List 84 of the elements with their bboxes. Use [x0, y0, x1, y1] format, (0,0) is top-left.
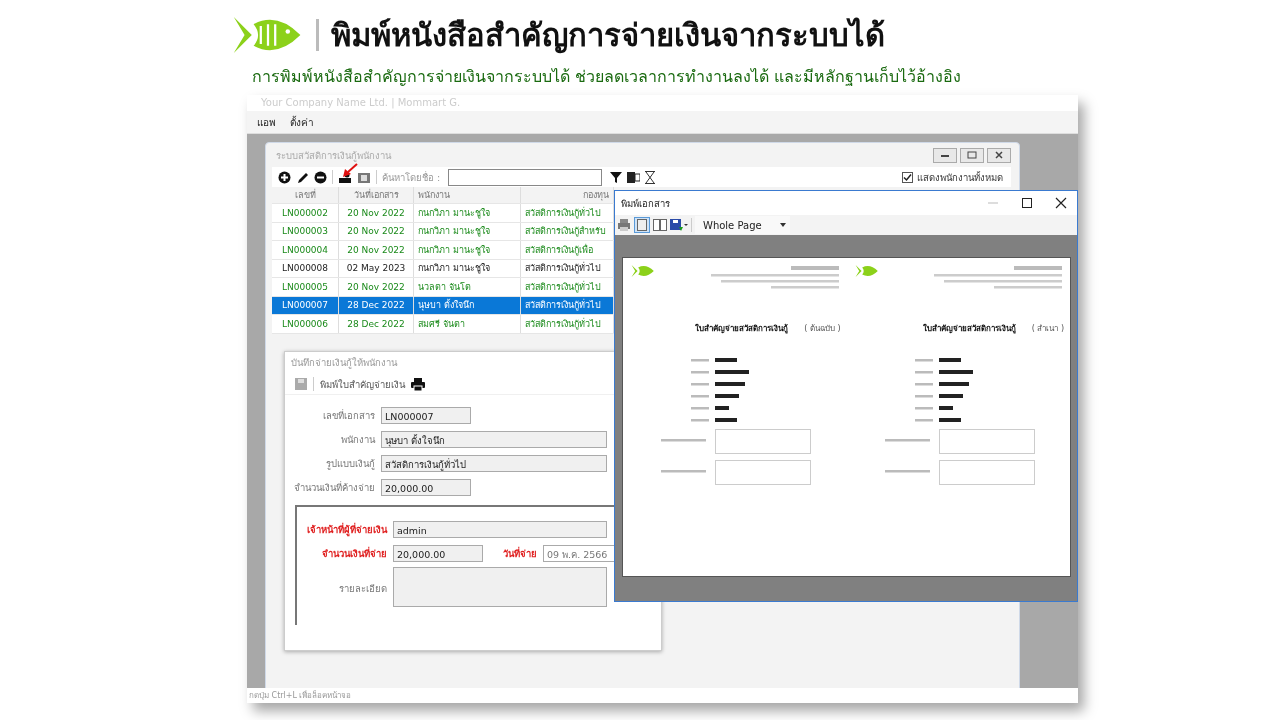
table-cell: กนกวิภา มานะชูใจ	[414, 204, 521, 222]
page-icon	[637, 219, 647, 231]
menu-item[interactable]: ตั้งค่า	[290, 114, 314, 130]
table-cell: LN000008	[272, 259, 339, 277]
table-cell: LN000007	[272, 296, 339, 314]
text-field[interactable]: นุษบา ตั้งใจนึก	[381, 430, 607, 448]
document-title: ใบสำคัญจ่ายสวัสดิการเงินกู้	[922, 323, 1016, 335]
printer-icon[interactable]	[411, 377, 425, 391]
table-cell: LN000005	[272, 278, 339, 296]
column-header[interactable]: พนักงาน	[414, 187, 521, 203]
minimize-icon	[940, 152, 950, 158]
show-all-checkbox[interactable]: แสดงพนักงานทั้งหมด	[902, 169, 1003, 185]
field-label: รายละเอียด	[338, 582, 387, 596]
table-row[interactable]: LN000002 20 Nov 2022 กนกวิภา มานะชูใจ สวัสดิการเงินกู้ทั่วไป	[272, 204, 614, 223]
window-title: ระบบสวัสดิการเงินกู้พนักงาน	[276, 148, 391, 163]
text-field[interactable]: admin	[393, 520, 607, 538]
text-field[interactable]: LN000007	[381, 406, 471, 424]
menu-item[interactable]: แอพ	[257, 114, 276, 130]
search-label: ค้นหาโดยชื่อ :	[382, 170, 441, 185]
field-label: พนักงาน	[340, 432, 375, 447]
table-cell: LN000004	[272, 241, 339, 259]
table-cell: 20 Nov 2022	[339, 204, 414, 222]
remove-icon[interactable]	[314, 170, 327, 184]
field-label: วันที่จ่าย	[503, 545, 537, 561]
table-cell: กนกวิภา มานะชูใจ	[414, 222, 521, 240]
fish-logo-icon	[631, 264, 655, 278]
hourglass-icon[interactable]	[645, 170, 656, 184]
document-icon[interactable]	[357, 170, 371, 184]
table-row[interactable]: LN000006 28 Dec 2022 สมศรี จันตา สวัสดิการเงินกู้ทั่วไป	[272, 315, 614, 334]
maximize-icon[interactable]	[1021, 197, 1033, 209]
field-label: เลขที่เอกสาร	[322, 408, 375, 423]
window-title: บันทึกจ่ายเงินกู้ให้พนักงาน	[290, 356, 399, 371]
date-field[interactable]: 09 พ.ค. 2566	[543, 544, 615, 562]
column-header[interactable]: วันที่เอกสาร	[339, 187, 414, 203]
two-pages-icon[interactable]	[653, 219, 667, 231]
fish-logo-icon	[854, 264, 879, 278]
table-cell: 28 Dec 2022	[339, 315, 414, 333]
table-cell: 20 Nov 2022	[339, 278, 414, 296]
document-title: ใบสำคัญจ่ายสวัสดิการเงินกู้	[695, 323, 789, 335]
field-label: เจ้าหน้าที่ผู้ที่จ่ายเงิน	[306, 521, 387, 537]
text-field[interactable]: 20,000.00	[393, 544, 483, 562]
copy-label: ( ต้นฉบับ )	[804, 323, 841, 335]
table-cell: สมศรี จันตา	[414, 315, 521, 333]
table-cell: 20 Nov 2022	[339, 241, 414, 259]
window-title: พิมพ์เอกสาร	[621, 196, 670, 211]
field-label: จำนวนเงินที่ค้างจ่าย	[293, 480, 375, 495]
table-cell: กนกวิภา มานะชูใจ	[414, 259, 521, 277]
field-label: รูปแบบเงินกู้	[325, 456, 375, 471]
text-field[interactable]: สวัสดิการเงินกู้ทั่วไป	[381, 454, 607, 472]
table-cell: 28 Dec 2022	[339, 296, 414, 314]
status-bar: กดปุ่ม Ctrl+L เพื่อล็อคหน้าจอ	[247, 688, 1078, 703]
table-row[interactable]: LN000005 20 Nov 2022 นวลตา จันโต สวัสดิการเงินกู้ทั่วไป	[272, 278, 614, 297]
restore-icon	[967, 151, 977, 159]
minimize-button[interactable]	[933, 147, 957, 163]
table-cell: กนกวิภา มานะชูใจ	[414, 241, 521, 259]
detail-field[interactable]	[393, 567, 607, 607]
text-field[interactable]: 20,000.00	[381, 478, 471, 496]
filter-icon[interactable]	[610, 170, 623, 184]
table-cell: LN000002	[272, 204, 339, 222]
save-dropdown-icon[interactable]	[670, 218, 688, 232]
close-icon	[995, 151, 1003, 159]
table-cell: นุษบา ตั้งใจนึก	[414, 296, 521, 314]
checkmark-icon	[903, 172, 912, 182]
field-label: จำนวนเงินที่จ่าย	[321, 545, 387, 561]
close-icon[interactable]	[1055, 197, 1067, 209]
table-cell: LN000003	[272, 222, 339, 240]
pencil-icon[interactable]	[296, 170, 309, 184]
single-page-button[interactable]	[634, 217, 650, 233]
page-subtitle: การพิมพ์หนังสือสำคัญการจ่ายเงินจากระบบได้ ช่วยลดเวลาการทำงานลงได้ และมีหลักฐานเก็บไว้อ้างอิง	[252, 65, 962, 88]
add-icon[interactable]	[278, 170, 291, 184]
print-button[interactable]: พิมพ์ใบสำคัญจ่ายเงิน	[320, 376, 405, 392]
pointer-arrow	[342, 163, 358, 178]
search-field[interactable]	[448, 168, 603, 186]
zoom-dropdown[interactable]: Whole Page	[695, 216, 790, 234]
caret-icon	[779, 223, 786, 227]
table-cell: 02 May 2023	[339, 259, 414, 277]
page-title: พิมพ์หนังสือสำคัญการจ่ายเงินจากระบบได้	[331, 16, 885, 56]
table-cell: LN000006	[272, 315, 339, 333]
table-cell: 20 Nov 2022	[339, 222, 414, 240]
column-header[interactable]: เลขที่	[272, 187, 339, 203]
close-button[interactable]	[987, 147, 1011, 163]
table-cell: นวลตา จันโต	[414, 278, 521, 296]
copy-label: ( สำเนา )	[1031, 323, 1064, 335]
table-row[interactable]: LN000004 20 Nov 2022 กนกวิภา มานะชูใจ สวัสดิการเงินกู้เพื่อ	[272, 241, 614, 260]
